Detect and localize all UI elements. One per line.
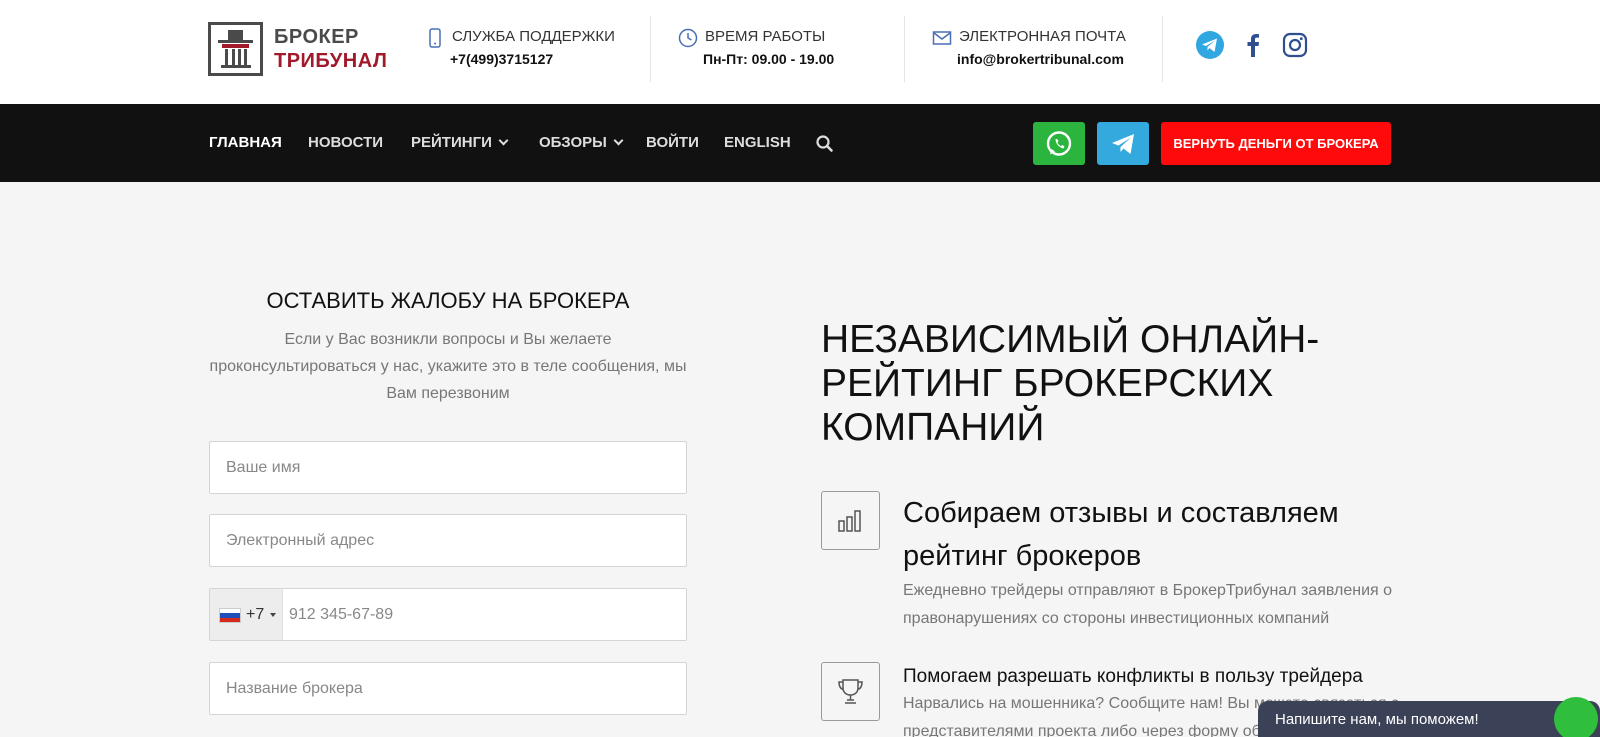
feature-title: Помогаем разрешать конфликты в пользу тр… xyxy=(903,666,1363,687)
support-label: СЛУЖБА ПОДДЕРЖКИ xyxy=(452,28,615,45)
bar-chart-icon xyxy=(838,510,861,532)
chevron-down-icon xyxy=(498,135,509,146)
telegram-button[interactable] xyxy=(1097,122,1149,165)
hours-value: Пн-Пт: 09.00 - 19.00 xyxy=(703,51,835,67)
email-field[interactable]: Электронный адрес xyxy=(209,514,687,567)
nav-item-login[interactable]: ВОЙТИ xyxy=(646,134,699,151)
nav-item-english[interactable]: ENGLISH xyxy=(724,134,791,151)
mail-icon xyxy=(932,28,952,48)
search-icon[interactable] xyxy=(815,134,835,154)
clock-icon xyxy=(678,28,698,48)
phone-field[interactable]: +7 912 345-67-89 xyxy=(209,588,687,641)
logo-mark-icon xyxy=(208,22,263,76)
whatsapp-button[interactable] xyxy=(1033,122,1085,165)
header-divider xyxy=(904,16,905,82)
phone-placeholder: 912 345-67-89 xyxy=(289,606,394,623)
dropdown-arrow-icon xyxy=(270,613,276,617)
form-title: ОСТАВИТЬ ЖАЛОБУ НА БРОКЕРА xyxy=(266,288,630,313)
email-placeholder: Электронный адрес xyxy=(226,532,375,549)
feature-title: Собираем отзывы и составляем рейтинг бро… xyxy=(903,497,1339,572)
email-value[interactable]: info@brokertribunal.com xyxy=(957,51,1124,67)
instagram-icon[interactable] xyxy=(1280,30,1310,60)
header-divider xyxy=(1162,16,1163,82)
trophy-icon xyxy=(838,679,863,704)
logo-text-top: БРОКЕР xyxy=(274,26,359,48)
nav-item-label: РЕЙТИНГИ xyxy=(411,134,492,151)
feature-box xyxy=(821,662,880,721)
broker-placeholder: Название брокера xyxy=(226,680,363,697)
top-header: БРОКЕР ТРИБУНАЛ СЛУЖБА ПОДДЕРЖКИ +7(499)… xyxy=(0,0,1600,104)
name-placeholder: Ваше имя xyxy=(226,459,301,476)
country-code-select[interactable]: +7 xyxy=(210,589,283,640)
chat-widget[interactable]: Напишите нам, мы поможем! xyxy=(1258,701,1600,737)
phone-icon xyxy=(425,28,445,48)
nav-item-label: ГЛАВНАЯ xyxy=(209,134,282,151)
nav-item-ratings[interactable]: РЕЙТИНГИ xyxy=(411,134,509,151)
nav-item-home[interactable]: ГЛАВНАЯ xyxy=(209,134,282,151)
logo-text-bottom: ТРИБУНАЛ xyxy=(274,50,388,72)
site-logo[interactable]: БРОКЕР ТРИБУНАЛ xyxy=(208,22,387,76)
broker-name-field[interactable]: Название брокера xyxy=(209,662,687,715)
chat-label: Напишите нам, мы поможем! xyxy=(1275,711,1479,728)
nav-item-label: НОВОСТИ xyxy=(308,134,384,151)
nav-item-reviews[interactable]: ОБЗОРЫ xyxy=(539,134,624,151)
nav-item-label: ENGLISH xyxy=(724,134,791,151)
feature-text: Ежедневно трейдеры отправляют в БрокерТр… xyxy=(903,582,1393,627)
chat-bubble-icon[interactable] xyxy=(1554,697,1598,737)
support-phone[interactable]: +7(499)3715127 xyxy=(450,51,553,67)
hours-label: ВРЕМЯ РАБОТЫ xyxy=(705,28,826,45)
nav-item-news[interactable]: НОВОСТИ xyxy=(308,134,383,151)
chevron-down-icon xyxy=(613,135,624,146)
feature-box xyxy=(821,491,880,550)
name-field[interactable]: Ваше имя xyxy=(209,441,687,494)
phone-code: +7 xyxy=(246,606,265,623)
refund-button[interactable]: ВЕРНУТЬ ДЕНЬГИ ОТ БРОКЕРА xyxy=(1161,122,1391,165)
header-divider xyxy=(650,16,651,82)
whatsapp-icon xyxy=(1046,131,1072,156)
facebook-icon[interactable] xyxy=(1238,30,1268,60)
hero-title: НЕЗАВИСИМЫЙ ОНЛАЙН-РЕЙТИНГ БРОКЕРСКИХ КО… xyxy=(821,318,1320,449)
russia-flag-icon xyxy=(219,608,241,623)
nav-item-label: ОБЗОРЫ xyxy=(539,134,607,151)
nav-item-label: ВОЙТИ xyxy=(646,134,699,151)
email-label: ЭЛЕКТРОННАЯ ПОЧТА xyxy=(959,28,1126,45)
form-description: Если у Вас возникли вопросы и Вы желаете… xyxy=(209,331,687,402)
telegram-icon xyxy=(1112,134,1134,154)
telegram-icon[interactable] xyxy=(1195,30,1225,60)
